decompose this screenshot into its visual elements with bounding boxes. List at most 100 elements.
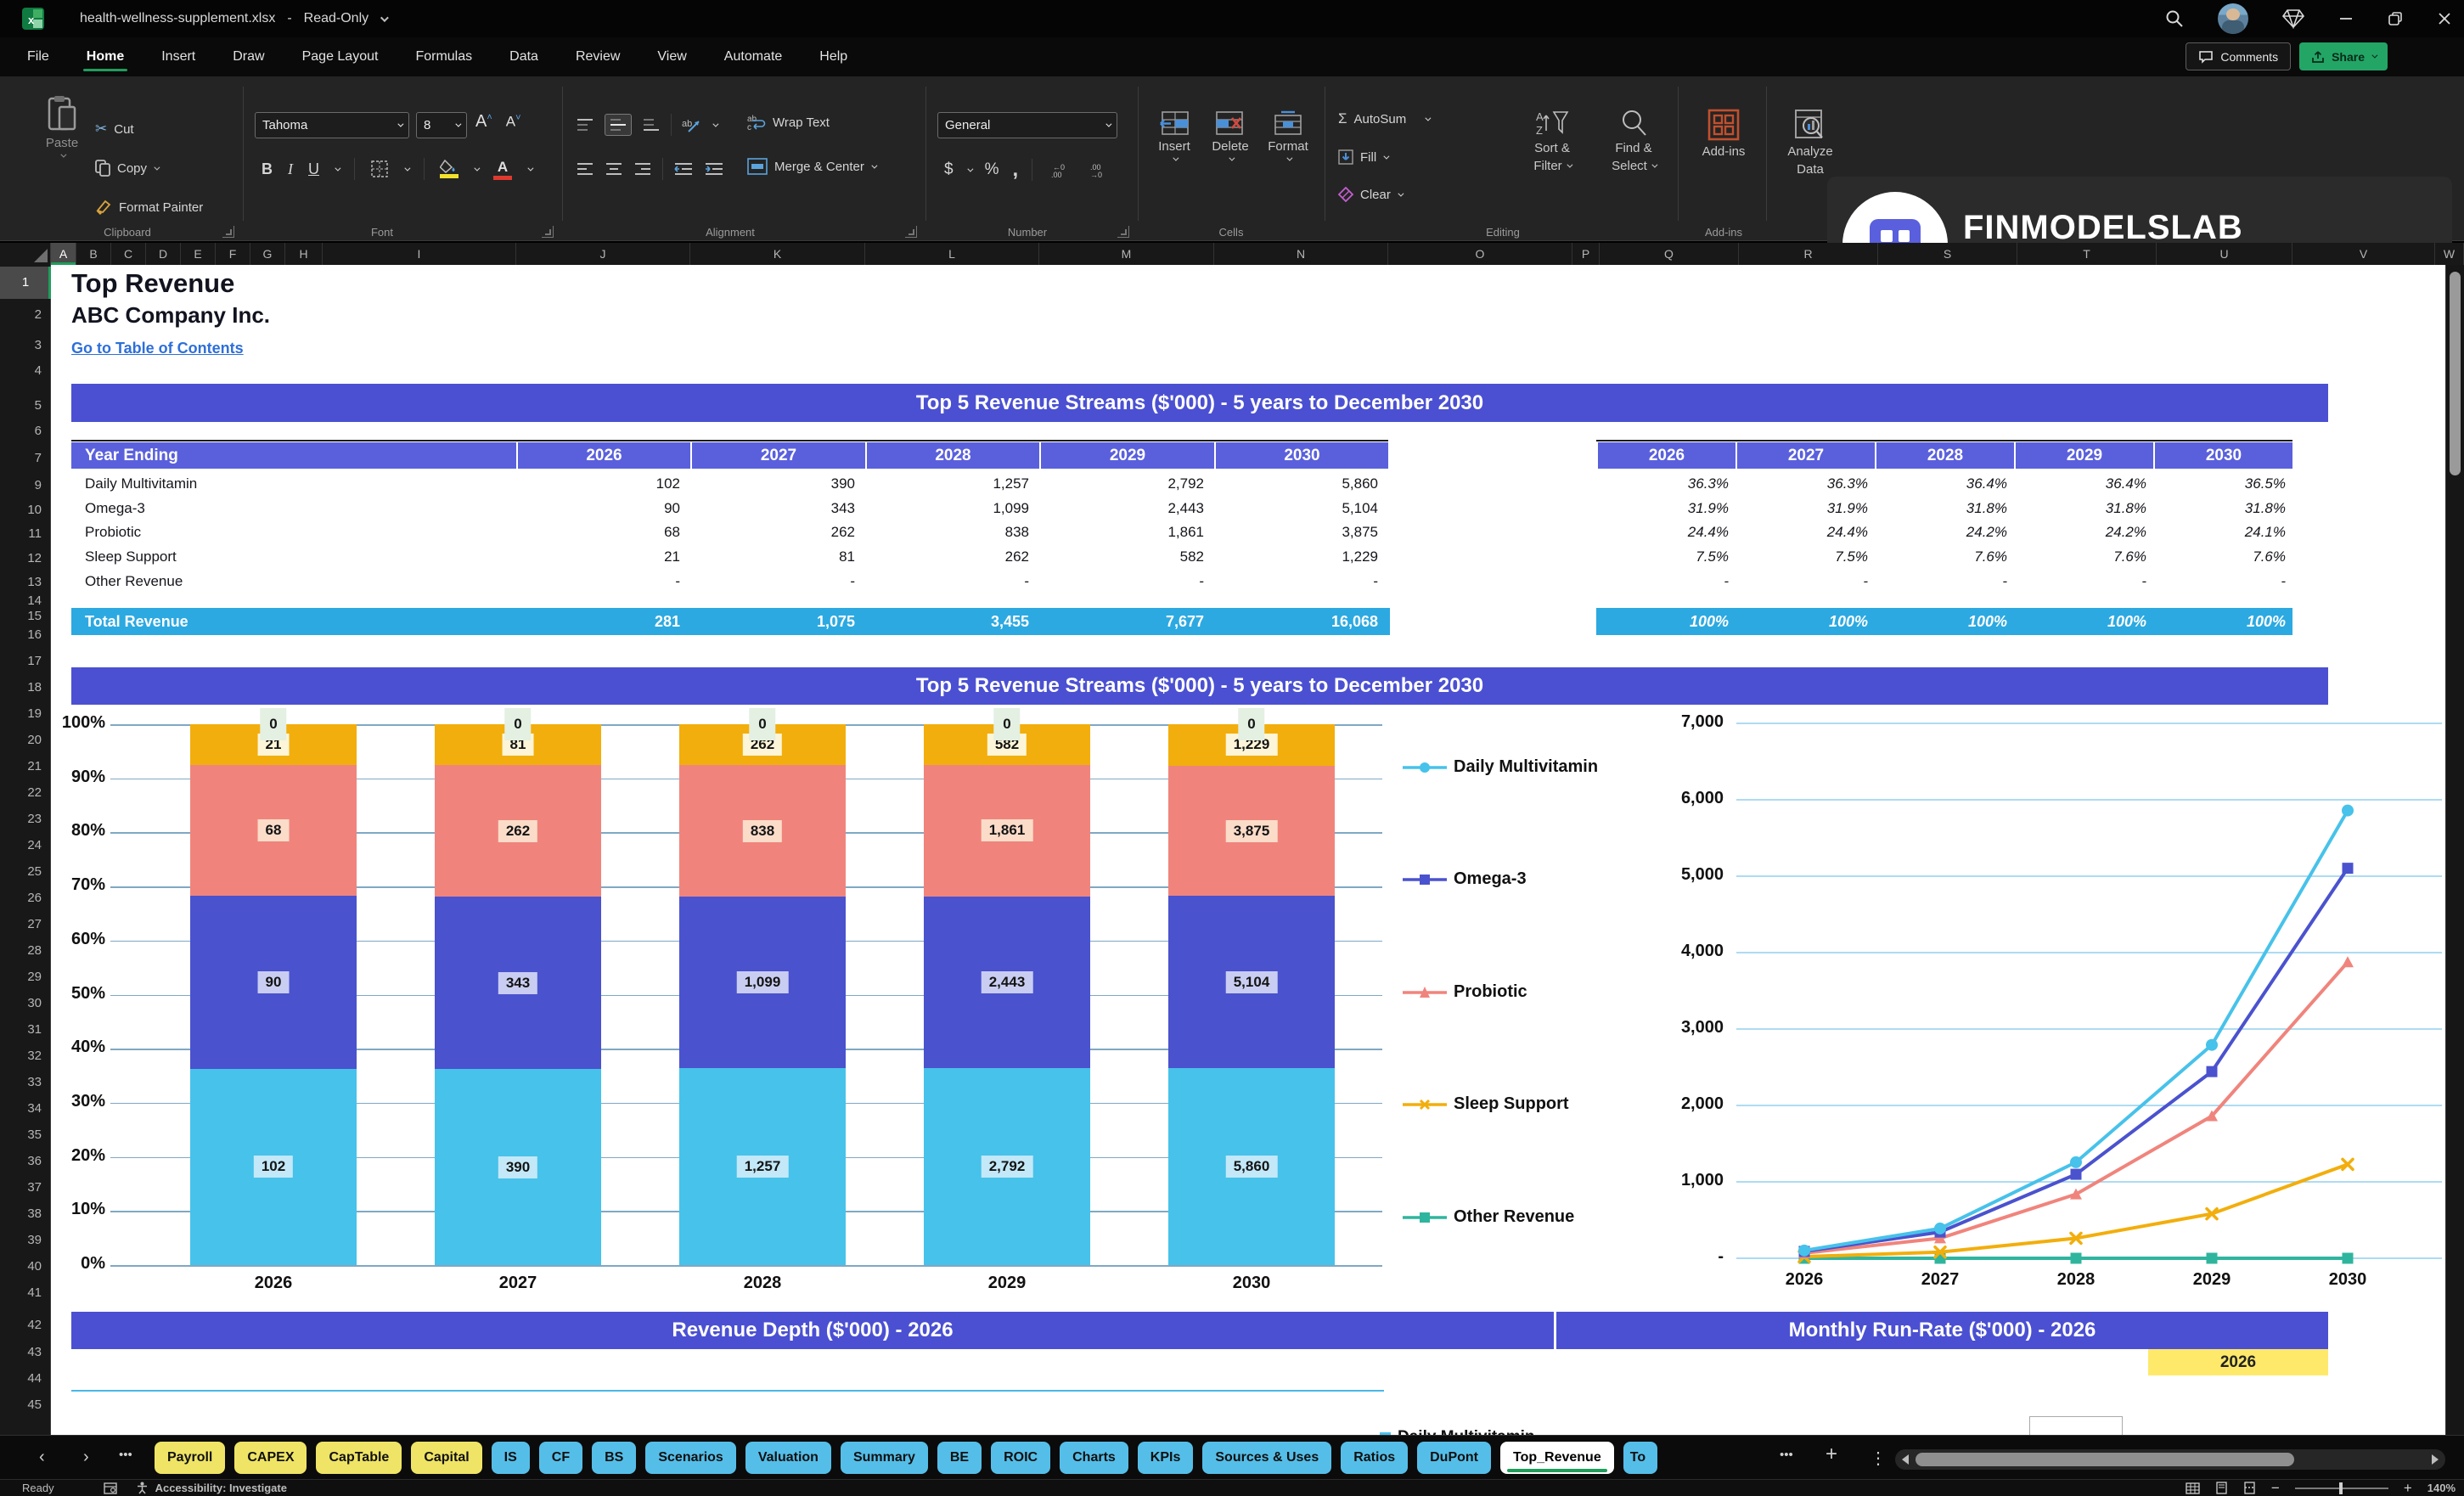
scroll-left-arrow[interactable] [1902, 1454, 1909, 1465]
sheet-tab-top-revenue[interactable]: Top_Revenue [1500, 1442, 1614, 1474]
increase-indent-icon[interactable] [704, 161, 724, 177]
column-header-E[interactable]: E [181, 243, 216, 265]
year-header-2027[interactable]: 2027 [692, 442, 865, 469]
row-header-31[interactable]: 31 [8, 1021, 42, 1038]
menu-tab-page-layout[interactable]: Page Layout [301, 44, 380, 70]
row-header-35[interactable]: 35 [8, 1127, 42, 1144]
revenue-row-label[interactable]: Daily Multivitamin [85, 471, 197, 496]
column-header-R[interactable]: R [1739, 243, 1878, 265]
insert-cells-button[interactable]: Insert [1150, 110, 1199, 161]
avatar[interactable] [2218, 3, 2248, 34]
row-header-3[interactable]: 3 [8, 337, 42, 354]
revenue-pct-cell[interactable]: 7.6% [2028, 544, 2146, 569]
column-header-W[interactable]: W [2435, 243, 2464, 265]
menu-tab-draw[interactable]: Draw [231, 44, 266, 70]
table-of-contents-link[interactable]: Go to Table of Contents [71, 340, 244, 357]
row-header-42[interactable]: 42 [8, 1317, 42, 1334]
tabs-overflow-button[interactable]: ••• [1780, 1448, 1793, 1462]
menu-tab-formulas[interactable]: Formulas [413, 44, 474, 70]
row-header-15[interactable]: 15 [8, 608, 42, 625]
decrease-decimal-icon[interactable]: .00→0 [1085, 161, 1111, 178]
total-revenue-pct-cell[interactable]: 100% [2167, 608, 2286, 635]
pct-year-header-2026[interactable]: 2026 [1598, 442, 1735, 469]
sheet-tab-charts[interactable]: Charts [1060, 1442, 1128, 1474]
page-layout-view-icon[interactable] [2215, 1482, 2228, 1494]
sheet-tab-to[interactable]: To [1623, 1442, 1657, 1474]
revenue-pct-cell[interactable]: 31.9% [1749, 496, 1868, 520]
fill-button[interactable]: Fill [1338, 149, 1390, 165]
prev-sheet-button[interactable]: ‹ [39, 1448, 45, 1467]
zoom-level[interactable]: 140% [2427, 1482, 2456, 1494]
revenue-cell[interactable]: - [544, 569, 680, 593]
total-revenue-cell[interactable]: 16,068 [1242, 608, 1378, 635]
revenue-cell[interactable]: 838 [893, 520, 1029, 544]
row-header-45[interactable]: 45 [8, 1397, 42, 1414]
column-header-K[interactable]: K [690, 243, 865, 265]
row-header-18[interactable]: 18 [8, 679, 42, 696]
cut-button[interactable]: ✂ Cut [95, 121, 134, 138]
pct-year-header-2029[interactable]: 2029 [2016, 442, 2153, 469]
vertical-scrollbar-thumb[interactable] [2450, 272, 2461, 475]
row-header-24[interactable]: 24 [8, 837, 42, 854]
sheet-tab-capital[interactable]: Capital [411, 1442, 482, 1474]
revenue-pct-cell[interactable]: 24.4% [1610, 520, 1729, 544]
fill-color-button[interactable] [440, 160, 458, 178]
pct-year-header-2030[interactable]: 2030 [2155, 442, 2292, 469]
sheet-tab-capex[interactable]: CAPEX [234, 1442, 307, 1474]
revenue-cell[interactable]: 1,861 [1068, 520, 1204, 544]
row-header-6[interactable]: 6 [8, 423, 42, 440]
revenue-cell[interactable]: 2,443 [1068, 496, 1204, 520]
revenue-cell[interactable]: - [893, 569, 1029, 593]
currency-format-button[interactable]: $ [944, 160, 954, 179]
revenue-pct-cell[interactable]: 7.6% [2167, 544, 2286, 569]
font-color-dropdown-icon[interactable] [527, 165, 534, 172]
column-header-A[interactable]: A [51, 243, 76, 265]
row-header-27[interactable]: 27 [8, 916, 42, 933]
align-bottom-icon[interactable] [642, 117, 661, 132]
add-sheet-button[interactable]: + [1825, 1443, 1837, 1466]
clear-button[interactable]: Clear [1338, 187, 1404, 202]
revenue-cell[interactable]: 81 [719, 544, 855, 569]
revenue-pct-cell[interactable]: 24.4% [1749, 520, 1868, 544]
align-left-icon[interactable] [576, 161, 594, 177]
revenue-cell[interactable]: - [1068, 569, 1204, 593]
search-icon[interactable] [2165, 9, 2184, 28]
row-header-19[interactable]: 19 [8, 706, 42, 723]
chart-section-banner[interactable]: Top 5 Revenue Streams ($'000) - 5 years … [71, 667, 2328, 705]
column-header-Q[interactable]: Q [1600, 243, 1739, 265]
accessibility-icon[interactable] [136, 1482, 149, 1494]
row-header-28[interactable]: 28 [8, 942, 42, 959]
sheet-tab-payroll[interactable]: Payroll [155, 1442, 226, 1474]
row-header-43[interactable]: 43 [8, 1344, 42, 1361]
bold-button[interactable]: B [262, 160, 273, 178]
borders-dropdown-icon[interactable] [404, 165, 411, 172]
row-header-20[interactable]: 20 [8, 732, 42, 749]
sheet-tab-captable[interactable]: CapTable [316, 1442, 402, 1474]
row-header-17[interactable]: 17 [8, 653, 42, 670]
align-middle-icon[interactable] [609, 117, 627, 132]
menu-tab-automate[interactable]: Automate [723, 44, 784, 70]
row-header-33[interactable]: 33 [8, 1074, 42, 1091]
revenue-pct-cell[interactable]: - [1610, 569, 1729, 593]
column-header-I[interactable]: I [323, 243, 516, 265]
sort-filter-button[interactable]: AZ Sort & Filter [1520, 109, 1584, 173]
column-header-C[interactable]: C [111, 243, 146, 265]
autosum-button[interactable]: Σ AutoSum [1338, 110, 1432, 127]
row-header-23[interactable]: 23 [8, 811, 42, 828]
revenue-pct-cell[interactable]: 7.5% [1749, 544, 1868, 569]
menu-tab-help[interactable]: Help [818, 44, 849, 70]
premium-diamond-icon[interactable] [2282, 8, 2304, 29]
row-header-29[interactable]: 29 [8, 969, 42, 986]
column-header-G[interactable]: G [250, 243, 285, 265]
revenue-cell[interactable]: 102 [544, 471, 680, 496]
total-revenue-pct-cell[interactable]: 100% [1610, 608, 1729, 635]
vertical-scrollbar[interactable] [2445, 265, 2464, 1435]
menu-tab-home[interactable]: Home [82, 44, 128, 71]
revenue-cell[interactable]: 343 [719, 496, 855, 520]
revenue-pct-cell[interactable]: 36.5% [2167, 471, 2286, 496]
zoom-slider[interactable] [2294, 1482, 2388, 1494]
sheet-tab-cf[interactable]: CF [538, 1442, 583, 1474]
macro-record-icon[interactable] [103, 1482, 117, 1494]
row-header-1[interactable]: 1 [0, 267, 51, 299]
revenue-pct-cell[interactable]: 24.2% [1888, 520, 2007, 544]
